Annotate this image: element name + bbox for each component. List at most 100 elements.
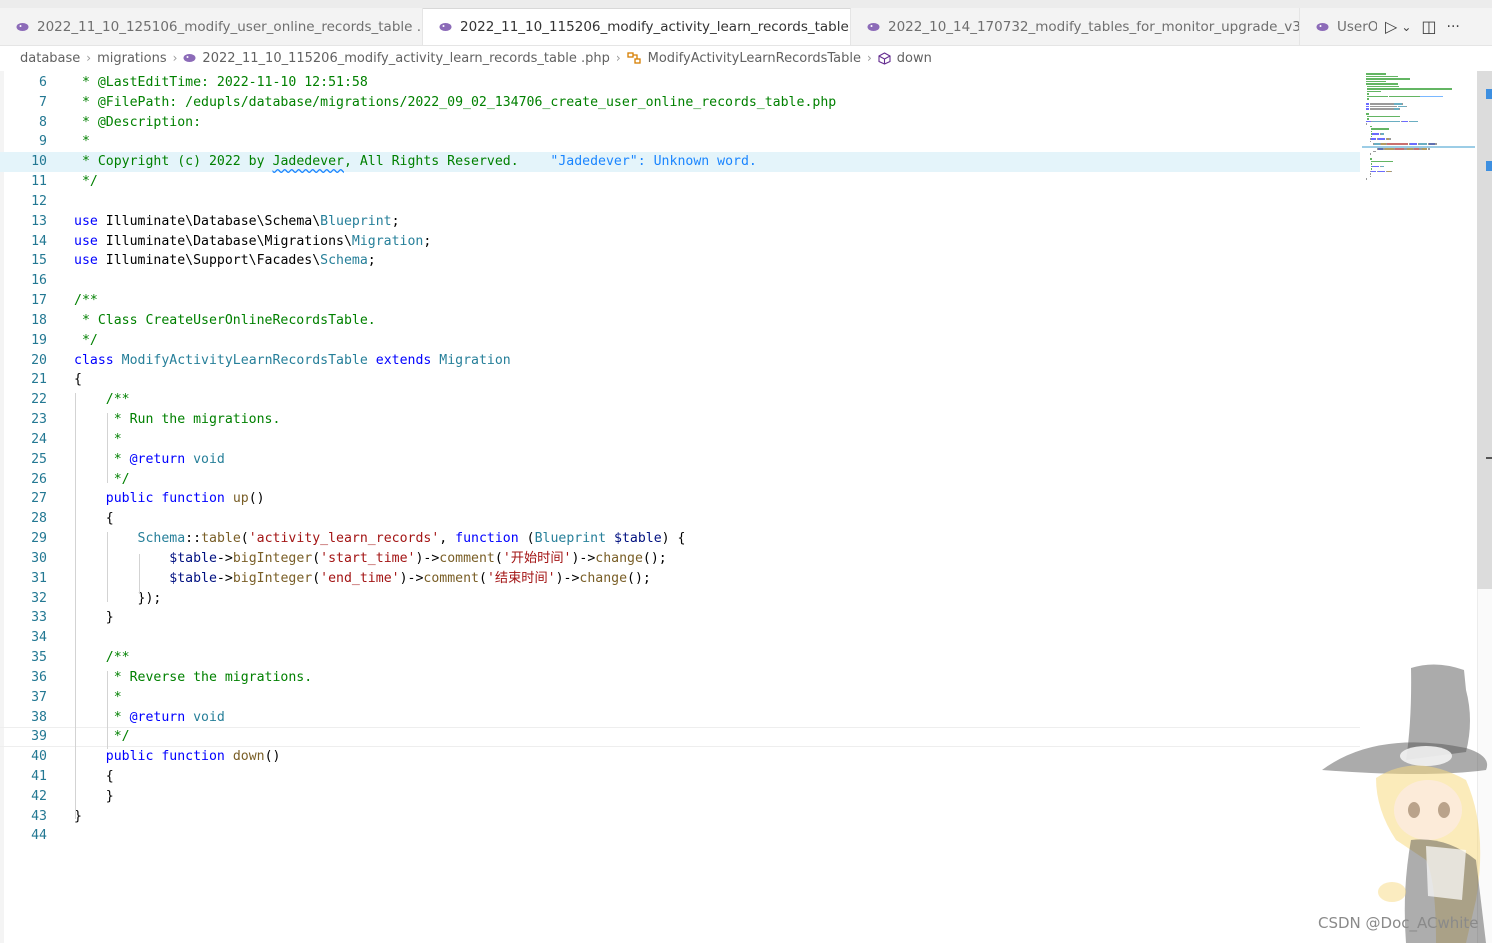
code-token: )->	[571, 550, 596, 566]
code-line[interactable]: 15 use Illuminate\Support\Facades\Schema;	[0, 251, 1360, 271]
code-token: Illuminate\Database\Schema\	[97, 213, 321, 229]
code-line[interactable]: 7 * @FilePath: /edupls/database/migratio…	[0, 93, 1360, 113]
code-line[interactable]: 42 }	[0, 787, 1360, 807]
line-code: {	[74, 509, 114, 529]
code-line[interactable]: 43}	[0, 807, 1360, 827]
code-line[interactable]: 37 *	[0, 688, 1360, 708]
tab-monitor-upgrade[interactable]: 2022_10_14_170732_modify_tables_for_moni…	[851, 8, 1300, 45]
code-token: *	[74, 451, 130, 467]
code-line[interactable]: 41 {	[0, 767, 1360, 787]
line-number: 6	[39, 75, 47, 90]
code-token: table	[201, 531, 241, 547]
code-line[interactable]: 34	[0, 628, 1360, 648]
code-line[interactable]: 27 public function up()	[0, 489, 1360, 509]
code-token: }	[74, 788, 114, 804]
breadcrumb-item-migrations[interactable]: migrations	[97, 51, 167, 66]
code-line[interactable]: 26 */	[0, 470, 1360, 490]
breadcrumb-item-database[interactable]: database	[20, 51, 80, 66]
code-token: use	[74, 253, 98, 269]
minimap-row	[1395, 148, 1404, 150]
code-editor[interactable]: 6 * @LastEditTime: 2022-11-10 12:51:58 7 …	[0, 71, 1492, 943]
tab-user-online-records[interactable]: 2022_11_10_125106_modify_user_online_rec…	[0, 8, 423, 45]
code-line[interactable]: 13 use Illuminate\Database\Schema\Bluepri…	[0, 212, 1360, 232]
breadcrumb-item-class[interactable]: ModifyActivityLearnRecordsTable	[648, 51, 861, 66]
code-line[interactable]: 24 *	[0, 430, 1360, 450]
line-number: 39	[31, 729, 47, 745]
code-line[interactable]: 25 * @return void	[0, 450, 1360, 470]
code-token: ;	[423, 233, 432, 249]
line-number: 15	[31, 253, 47, 269]
code-line[interactable]: 39 */	[0, 727, 1360, 747]
minimap-row	[1366, 93, 1369, 95]
code-line[interactable]: 12	[0, 192, 1360, 212]
minimap-row	[1420, 95, 1444, 97]
chevron-down-icon[interactable]: ⌄	[1401, 20, 1411, 34]
code-line[interactable]: 9 *	[0, 132, 1360, 152]
code-line[interactable]: 8 * @Description:	[0, 113, 1360, 133]
code-line[interactable]: 11 */	[0, 172, 1360, 192]
line-number: 22	[31, 392, 47, 408]
code-line[interactable]: 22 /**	[0, 390, 1360, 410]
line-number: 18	[31, 312, 47, 328]
line-code: {	[74, 370, 82, 390]
minimap-row	[1410, 143, 1418, 145]
code-line[interactable]: 30 $table->bigInteger('start_time')->com…	[0, 549, 1360, 569]
code-line[interactable]: 33 }	[0, 608, 1360, 628]
minimap-row	[1370, 160, 1393, 162]
code-line[interactable]: 40 public function down()	[0, 747, 1360, 767]
code-line[interactable]: 21 {	[0, 370, 1360, 390]
code-line[interactable]: 29 Schema::table('activity_learn_records…	[0, 529, 1360, 549]
line-number: 31	[31, 570, 47, 586]
minimap-row	[1372, 120, 1401, 122]
minimap-row	[1366, 105, 1369, 107]
mascot-illustration	[1322, 664, 1488, 943]
more-actions-icon[interactable]: ···	[1447, 19, 1460, 35]
code-line[interactable]: 18 * Class CreateUserOnlineRecordsTable.	[0, 311, 1360, 331]
code-token: $table	[169, 570, 217, 586]
code-line[interactable]: 28 {	[0, 509, 1360, 529]
scrollbar-marker	[1486, 161, 1492, 171]
code-line[interactable]: 14 use Illuminate\Database\Migrations\Mig…	[0, 232, 1360, 252]
php-elephant-icon	[1316, 22, 1329, 31]
code-line[interactable]: 23 * Run the migrations.	[0, 410, 1360, 430]
minimap-row	[1366, 78, 1410, 80]
code-line[interactable]: 10 * Copyright (c) 2022 by Jadedever, Al…	[0, 152, 1360, 173]
code-line[interactable]: 38 * @return void	[0, 708, 1360, 728]
code-token: function	[455, 531, 519, 547]
line-code: /**	[74, 648, 130, 668]
code-line[interactable]: 17 /**	[0, 291, 1360, 311]
minimap-row	[1366, 118, 1369, 120]
code-line[interactable]: 19 */	[0, 331, 1360, 351]
line-number: 8	[39, 114, 47, 130]
code-line[interactable]: 32 });	[0, 589, 1360, 609]
indent-guide	[107, 532, 108, 602]
scrollbar-thumb[interactable]	[1477, 71, 1492, 589]
tab-activity-learn-records[interactable]: 2022_11_10_115206_modify_activity_learn_…	[423, 8, 851, 45]
line-code: }	[74, 787, 114, 807]
code-line[interactable]: 35 /**	[0, 648, 1360, 668]
code-token: '结束时间'	[486, 570, 556, 586]
line-code: */	[74, 470, 130, 490]
minimap-row	[1427, 148, 1431, 150]
minimap[interactable]	[1362, 71, 1477, 201]
code-token: Illuminate\Database\Migrations\	[97, 233, 352, 249]
code-token: $table	[169, 550, 217, 566]
minimap-row	[1369, 140, 1371, 142]
code-line[interactable]: 6 * @LastEditTime: 2022-11-10 12:51:58	[0, 73, 1360, 93]
code-line[interactable]: 31 $table->bigInteger('end_time')->comme…	[0, 569, 1360, 589]
minimap-row	[1390, 170, 1393, 172]
split-editor-icon[interactable]: ◫	[1421, 17, 1436, 36]
breadcrumb-item-file[interactable]: 2022_11_10_115206_modify_activity_learn_…	[202, 51, 609, 66]
minimap-row	[1380, 133, 1385, 135]
code-token: ->	[216, 570, 233, 586]
code-lines[interactable]: 6 * @LastEditTime: 2022-11-10 12:51:58 7 …	[0, 73, 1360, 846]
code-line[interactable]: 36 * Reverse the migrations.	[0, 668, 1360, 688]
code-line[interactable]: 44	[0, 826, 1360, 846]
breadcrumb-item-method[interactable]: down	[897, 51, 932, 66]
run-icon[interactable]: ▷	[1385, 17, 1397, 36]
code-line[interactable]: 20 class ModifyActivityLearnRecordsTable …	[0, 351, 1360, 371]
minimap-row	[1396, 95, 1420, 97]
code-line[interactable]: 16	[0, 271, 1360, 291]
